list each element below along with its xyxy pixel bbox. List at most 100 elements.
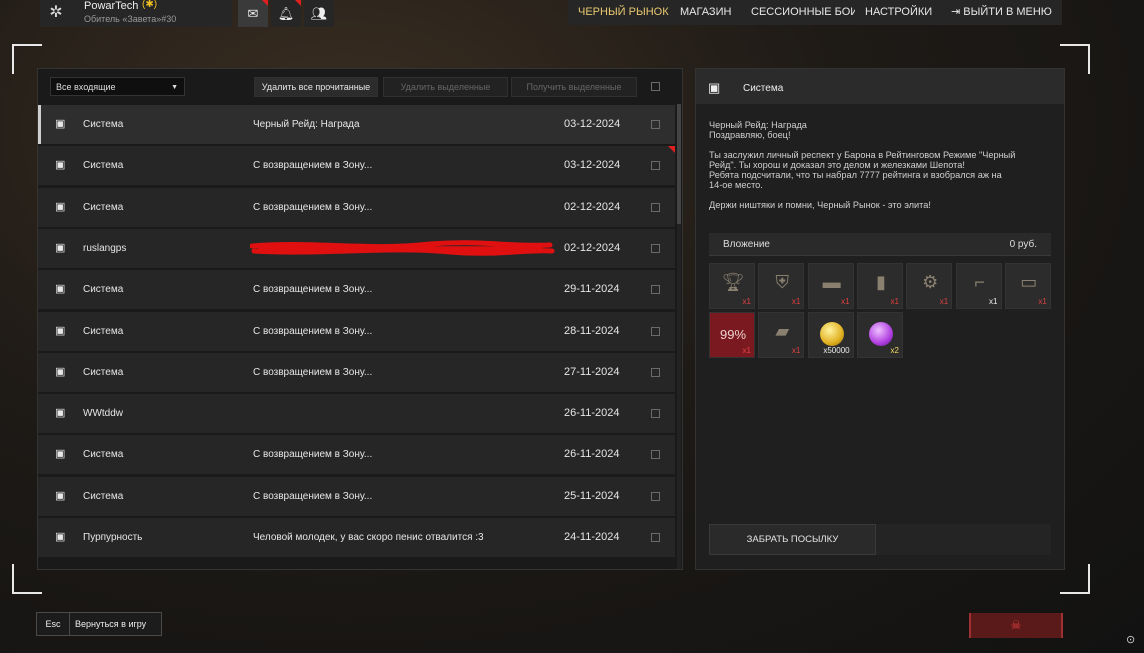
message-subject: С возвращением в Зону... [253, 201, 373, 213]
cube-icon: ▣ [55, 241, 66, 254]
item-quantity: x1 [791, 297, 801, 306]
message-subject: С возвращением в Зону... [253, 366, 373, 378]
inbox-filter-dropdown[interactable]: Все входящие ▼ [50, 77, 185, 96]
message-row[interactable]: ▣ Система С возвращением в Зону... 27-11-20… [38, 352, 675, 392]
cube-icon: ▣ [55, 200, 66, 213]
cube-icon: ▣ [55, 324, 66, 337]
friends-button[interactable]: 👥︎ [304, 0, 334, 27]
message-line [709, 190, 1054, 200]
message-checkbox[interactable] [651, 450, 660, 460]
cube-icon: ▣ [55, 489, 66, 502]
message-row[interactable]: ▣ ruslangps 02-12-2024 [38, 228, 675, 268]
message-checkbox[interactable] [651, 202, 660, 212]
message-row[interactable]: ▣ Система Черный Рейд: Награда 03-12-2024 [38, 105, 675, 144]
message-checkbox[interactable] [651, 120, 660, 129]
message-checkbox[interactable] [651, 367, 660, 377]
message-sender: Пурпурность [83, 532, 143, 543]
notifications-button[interactable]: 🔔︎ [271, 0, 301, 27]
attachment-item[interactable]: ▬ x1 [807, 263, 854, 309]
return-to-game-button[interactable]: Esc Вернуться в игру [36, 612, 162, 636]
item-quantity: x1 [742, 297, 751, 306]
attachment-item[interactable]: ▰ x1 [758, 312, 805, 358]
notification-flag [262, 0, 268, 6]
message-sender: Система [83, 160, 124, 172]
message-date: 27-11-2024 [564, 365, 620, 378]
message-row[interactable]: ▣ Система С возвращением в Зону... 29-11-20… [38, 270, 675, 310]
message-row[interactable]: ▣ Система С возвращением в Зону... 02-12-20… [38, 187, 675, 227]
delete-selected-button[interactable]: Удалить выделенные [383, 77, 508, 97]
message-subject: С возвращением в Зону... [253, 490, 373, 502]
attachment-item[interactable]: x50000 [807, 312, 854, 358]
player-profile[interactable]: ✲ PowarTech (✱) Обитель «Завета»#30 [40, 0, 232, 27]
exit-game-button[interactable]: ☠ [969, 613, 1063, 638]
message-subject: С возвращением в Зону... [253, 160, 373, 172]
claim-bar-spacer [876, 524, 1051, 555]
selected-indicator [38, 105, 41, 144]
message-sender: Система [83, 449, 124, 461]
message-date: 29-11-2024 [564, 283, 620, 296]
message-line: Поздравляю, боец! [709, 130, 791, 140]
item-quantity: x1 [989, 297, 998, 306]
attachment-item[interactable]: 99% x1 [709, 312, 755, 358]
magazine-icon: ▮ [875, 272, 886, 292]
message-line: Держи ништяки и помни, Черный Рынок - эт… [709, 200, 931, 210]
item-quantity: x1 [939, 297, 949, 306]
scrollbar-thumb[interactable] [677, 104, 681, 224]
message-row[interactable]: ▣ WWtddw 26-11-2024 [38, 394, 675, 434]
attachment-item[interactable]: 🏆︎ x1 [709, 263, 755, 309]
message-checkbox[interactable] [651, 533, 660, 542]
notification-flag [295, 0, 301, 6]
mail-button[interactable]: ✉ [238, 0, 268, 27]
get-selected-button[interactable]: Получить выделенные [511, 77, 637, 97]
message-body: Черный Рейд: Награда Поздравляю, боец! Ты … [709, 120, 1054, 210]
message-row[interactable]: ▣ Система С возвращением в Зону... 28-11-20… [38, 311, 675, 351]
message-sender: Система [83, 201, 124, 213]
settings-gear-icon[interactable]: ⊙ [1126, 633, 1135, 646]
attachment-item[interactable]: ▭ x1 [1004, 263, 1051, 309]
item-quantity: x1 [841, 297, 850, 306]
cube-icon: ▣ [55, 448, 66, 461]
message-line: Ты заслужил личный респект у Барона в Ре… [709, 150, 1016, 160]
message-subject: Черный Рейд: Награда [253, 119, 360, 130]
attachment-item[interactable]: ▮ x1 [856, 263, 903, 309]
message-checkbox[interactable] [651, 285, 660, 295]
nav-black-market[interactable]: ЧЕРНЫЙ РЫНОК [568, 0, 679, 25]
player-name: PowarTech [84, 0, 139, 12]
nav-session-battles[interactable]: СЕССИОННЫЕ БОИ [741, 0, 869, 25]
armor-icon: ⛨ [775, 272, 790, 292]
attachment-value: 0 руб. [1009, 239, 1037, 250]
message-checkbox[interactable] [651, 243, 660, 253]
message-row[interactable]: ▣ Система С возвращением в Зону... 26-11-20… [38, 435, 675, 475]
select-all-checkbox[interactable] [651, 82, 660, 91]
message-line: Ребята подсчитали, что ты набрал 7777 ре… [709, 170, 1002, 180]
message-subject: С возвращением в Зону... [253, 325, 373, 337]
delete-read-button[interactable]: Удалить все прочитанные [254, 77, 378, 97]
receiver-icon: ▭ [1020, 272, 1038, 292]
nav-settings[interactable]: НАСТРОЙКИ [855, 0, 943, 25]
message-checkbox[interactable] [651, 491, 660, 501]
message-checkbox[interactable] [651, 326, 660, 336]
message-subject: Человой молодек, у вас скоро пенис отвал… [253, 532, 484, 543]
attachment-item[interactable]: ⌐ x1 [955, 263, 1002, 309]
attachment-item[interactable]: x2 [856, 312, 903, 358]
message-row[interactable]: ▣ Пурпурность Человой молодек, у вас скоро… [38, 518, 675, 557]
nav-shop[interactable]: МАГАЗИН [670, 0, 742, 25]
message-checkbox[interactable] [651, 409, 660, 419]
gold-coin-icon [819, 322, 844, 346]
message-detail-panel: ▣ Система Черный Рейд: Награда Поздравляю… [695, 68, 1065, 570]
item-quantity: x2 [890, 346, 899, 355]
claim-parcel-button[interactable]: ЗАБРАТЬ ПОСЫЛКУ [709, 524, 876, 555]
cube-icon: ▣ [55, 159, 66, 172]
message-sender: Система [83, 325, 124, 337]
message-row[interactable]: ▣ Система С возвращением в Зону... 03-12-20… [38, 146, 675, 186]
message-date: 24-11-2024 [564, 531, 620, 543]
item-quantity: x1 [791, 346, 801, 355]
device-icon: ▰ [775, 321, 790, 341]
message-row[interactable]: ▣ Система С возвращением в Зону... 25-11-20… [38, 476, 675, 516]
attachment-item[interactable]: ⛨ x1 [758, 263, 805, 309]
message-checkbox[interactable] [651, 161, 660, 171]
nav-exit-menu[interactable]: ⇥ ВЫЙТИ В МЕНЮ [941, 0, 1062, 25]
message-subject: С возвращением в Зону... [253, 449, 373, 461]
message-date: 26-11-2024 [564, 448, 620, 461]
attachment-item[interactable]: ⚙ x1 [906, 263, 953, 309]
